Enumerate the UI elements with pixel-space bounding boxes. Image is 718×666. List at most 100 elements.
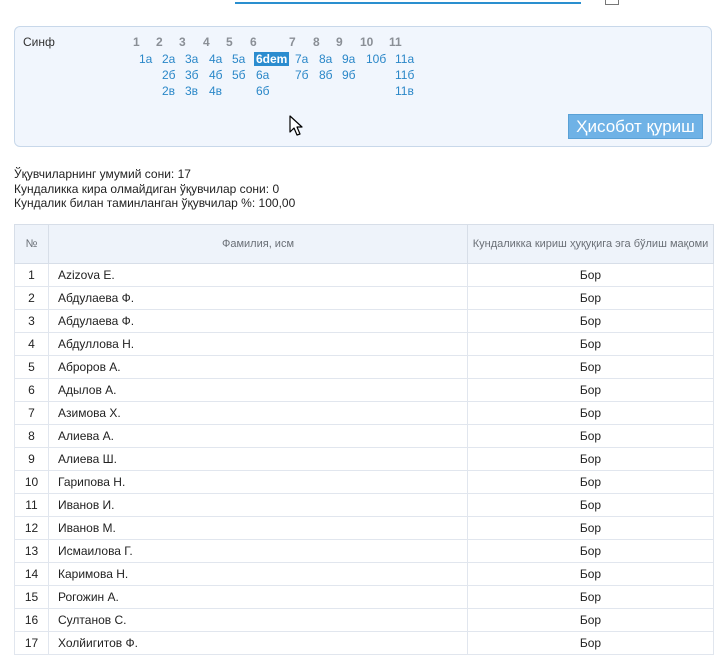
class-link[interactable]: 2а — [162, 52, 175, 66]
row-name: Иванов И. — [48, 493, 468, 517]
table-row: 8 Алиева А. Бор — [14, 424, 714, 448]
stat-percent: Кундалик билан таминланган ўқувчилар %: … — [14, 196, 296, 210]
class-link[interactable]: 4б — [209, 68, 223, 82]
table-row: 6 Адылов А. Бор — [14, 378, 714, 402]
class-link[interactable]: 9б — [342, 68, 356, 82]
row-name: Каримова Н. — [48, 562, 468, 586]
class-link[interactable]: 11б — [395, 68, 414, 82]
class-link[interactable]: 3в — [185, 84, 198, 98]
row-status: Бор — [467, 562, 714, 586]
row-number: 2 — [14, 286, 49, 310]
class-link[interactable]: 4а — [209, 52, 222, 66]
row-status: Бор — [467, 493, 714, 517]
class-link[interactable]: 3б — [185, 68, 199, 82]
row-name: Гарипова Н. — [48, 470, 468, 494]
row-name: Султанов С. — [48, 608, 468, 632]
build-report-button[interactable]: Ҳисобот қуриш — [568, 114, 703, 139]
row-status: Бор — [467, 447, 714, 471]
row-status: Бор — [467, 585, 714, 609]
students-table: № Фамилия, исм Кундаликка кириш ҳуқуқига… — [14, 224, 714, 655]
row-number: 16 — [14, 608, 49, 632]
row-status: Бор — [467, 608, 714, 632]
row-status: Бор — [467, 424, 714, 448]
class-link[interactable]: 10б — [366, 52, 386, 66]
grade-label: 11 — [389, 35, 402, 49]
row-status: Бор — [467, 378, 714, 402]
row-number: 5 — [14, 355, 49, 379]
row-name: Аброров А. — [48, 355, 468, 379]
row-name: Исмаилова Г. — [48, 539, 468, 563]
row-name: Холйигитов Ф. — [48, 631, 468, 655]
class-link[interactable]: 3а — [185, 52, 198, 66]
table-row: 15 Рогожин А. Бор — [14, 585, 714, 609]
class-link[interactable]: 11в — [395, 84, 414, 98]
class-link[interactable]: 4в — [209, 84, 222, 98]
class-link[interactable]: 8б — [319, 68, 333, 82]
table-row: 12 Иванов М. Бор — [14, 516, 714, 540]
row-status: Бор — [467, 286, 714, 310]
row-status: Бор — [467, 401, 714, 425]
grade-label: 3 — [179, 35, 186, 49]
top-checkbox[interactable] — [605, 0, 619, 5]
class-link[interactable]: 7б — [295, 68, 309, 82]
row-name: Адылов А. — [48, 378, 468, 402]
header-number: № — [14, 224, 49, 264]
row-number: 11 — [14, 493, 49, 517]
row-name: Иванов М. — [48, 516, 468, 540]
stat-total: Ўқувчиларнинг умумий сони: 17 — [14, 167, 191, 181]
header-access-status: Кундаликка кириш ҳуқуқига эга бўлиш мақо… — [467, 224, 714, 264]
row-number: 15 — [14, 585, 49, 609]
class-link[interactable]: 1а — [139, 52, 152, 66]
top-select-dropdown[interactable] — [235, 0, 581, 4]
table-row: 14 Каримова Н. Бор — [14, 562, 714, 586]
row-name: Алиева А. — [48, 424, 468, 448]
row-status: Бор — [467, 263, 714, 287]
row-name: Абдулаева Ф. — [48, 286, 468, 310]
row-status: Бор — [467, 470, 714, 494]
grade-label: 2 — [156, 35, 163, 49]
grade-label: 5 — [226, 35, 233, 49]
row-number: 6 — [14, 378, 49, 402]
class-link[interactable]: 9а — [342, 52, 355, 66]
class-link[interactable]: 6а — [256, 68, 269, 82]
table-row: 13 Исмаилова Г. Бор — [14, 539, 714, 563]
class-link[interactable]: 11а — [395, 52, 414, 66]
table-row: 17 Холйигитов Ф. Бор — [14, 631, 714, 655]
row-status: Бор — [467, 516, 714, 540]
class-link[interactable]: 5а — [232, 52, 245, 66]
row-number: 14 — [14, 562, 49, 586]
row-number: 1 — [14, 263, 49, 287]
table-row: 1 Azizova E. Бор — [14, 263, 714, 287]
mouse-cursor-icon — [289, 115, 303, 136]
grade-label: 8 — [313, 35, 320, 49]
grade-label: 6 — [250, 35, 257, 49]
class-link[interactable]: 2в — [162, 84, 175, 98]
row-status: Бор — [467, 309, 714, 333]
row-name: Рогожин А. — [48, 585, 468, 609]
stat-percent-value: 100,00 — [258, 196, 296, 210]
class-link[interactable]: 5б — [232, 68, 246, 82]
row-number: 12 — [14, 516, 49, 540]
class-link[interactable]: 7а — [295, 52, 308, 66]
row-name: Абдуллова Н. — [48, 332, 468, 356]
class-link[interactable]: 6б — [256, 84, 270, 98]
class-link[interactable]: 8а — [319, 52, 332, 66]
table-row: 10 Гарипова Н. Бор — [14, 470, 714, 494]
table-row: 9 Алиева Ш. Бор — [14, 447, 714, 471]
row-name: Azizova E. — [48, 263, 468, 287]
row-number: 10 — [14, 470, 49, 494]
class-link[interactable]: 6dem — [254, 52, 290, 66]
row-number: 8 — [14, 424, 49, 448]
table-row: 2 Абдулаева Ф. Бор — [14, 286, 714, 310]
class-link[interactable]: 2б — [162, 68, 176, 82]
row-number: 9 — [14, 447, 49, 471]
stat-no-access-value: 0 — [272, 181, 280, 196]
row-name: Алиева Ш. — [48, 447, 468, 471]
row-status: Бор — [467, 539, 714, 563]
grade-label: 10 — [360, 35, 374, 49]
stats-block: Ўқувчиларнинг умумий сони: 17 Кундаликка… — [14, 167, 295, 211]
row-number: 4 — [14, 332, 49, 356]
stat-total-value: 17 — [177, 167, 191, 181]
class-filter-label: Синф — [23, 35, 55, 49]
table-row: 16 Султанов С. Бор — [14, 608, 714, 632]
